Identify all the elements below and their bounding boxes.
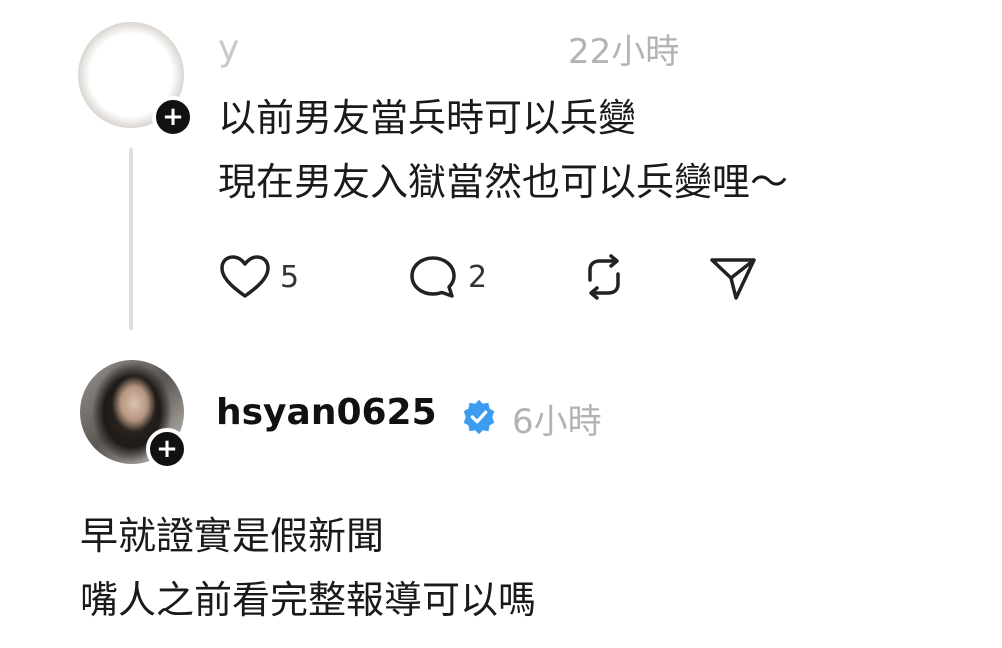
repost-icon <box>588 254 620 300</box>
username[interactable]: y <box>218 28 239 69</box>
verified-badge-icon <box>463 399 495 435</box>
share-button[interactable] <box>706 252 760 302</box>
repost-button[interactable] <box>578 252 630 302</box>
post-timestamp: 6小時 <box>512 402 602 442</box>
post-body-line: 嘴人之前看完整報導可以嗎 <box>80 578 537 622</box>
follow-plus-icon[interactable]: + <box>152 96 194 138</box>
thread-connector-line <box>129 148 133 330</box>
heart-icon <box>220 255 270 298</box>
post-body-line: 早就證實是假新聞 <box>80 514 385 558</box>
post-body: 早就證實是假新聞 嘴人之前看完整報導可以嗎 <box>80 504 536 632</box>
reply-button[interactable]: 2 <box>406 252 487 302</box>
send-icon <box>710 258 756 300</box>
post-body-line: 以前男友當兵時可以兵變 <box>218 96 637 140</box>
reply-count: 2 <box>468 259 488 295</box>
follow-plus-icon[interactable]: + <box>146 428 188 470</box>
comment-icon <box>410 256 456 298</box>
username[interactable]: hsyan0625 <box>216 392 437 433</box>
like-count: 5 <box>280 259 300 295</box>
like-button[interactable]: 5 <box>218 252 299 302</box>
post-timestamp: 22小時 <box>568 32 680 72</box>
post-body: 以前男友當兵時可以兵變 現在男友入獄當然也可以兵變哩～ <box>218 86 788 214</box>
post-body-line: 現在男友入獄當然也可以兵變哩～ <box>218 160 789 204</box>
